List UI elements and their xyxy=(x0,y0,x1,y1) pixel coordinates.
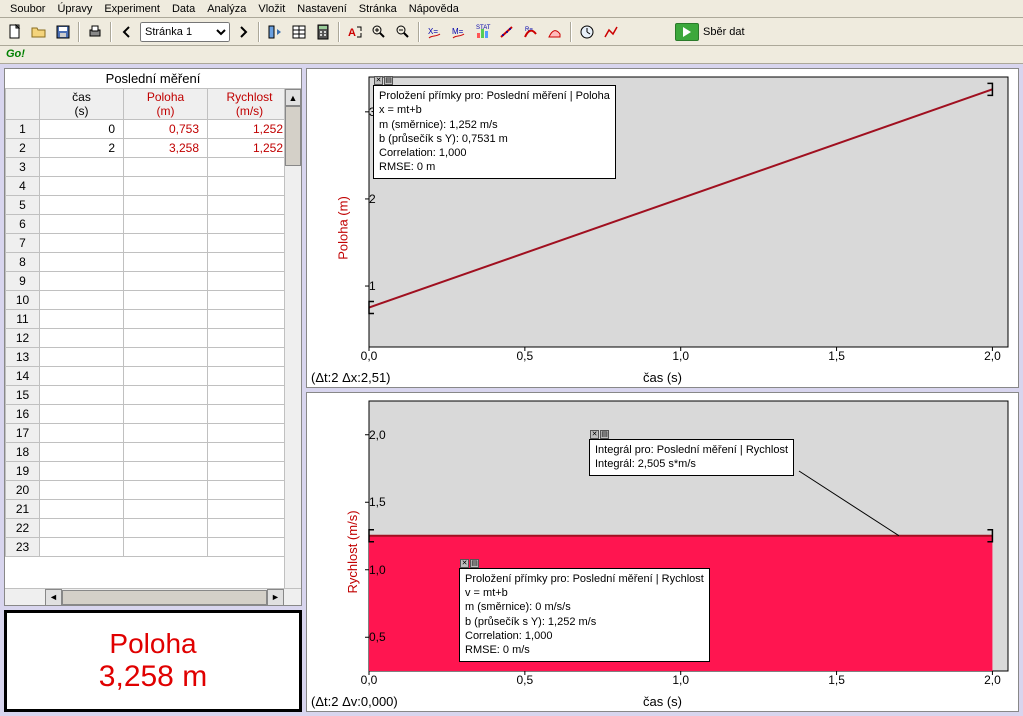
table-row[interactable]: 23 xyxy=(6,538,301,557)
velocity-chart[interactable]: Rychlost (m/s)čas (s)(Δt:2 Δv:0,000)0,51… xyxy=(306,392,1019,712)
table-row[interactable]: 3 xyxy=(6,158,301,177)
zoom-in-icon[interactable] xyxy=(368,21,390,43)
fit-info-box[interactable]: ✕▤ Proložení přímky pro: Poslední měření… xyxy=(373,85,616,179)
toolbar: Stránka 1 A X= M= STAT R= Sběr dat xyxy=(0,18,1023,46)
collect-data-label: Sběr dat xyxy=(703,26,745,38)
display-label: Poloha xyxy=(109,628,196,660)
svg-text:STAT: STAT xyxy=(476,25,491,31)
open-file-icon[interactable] xyxy=(28,21,50,43)
curve-fit-icon[interactable]: R= xyxy=(520,21,542,43)
tangent-icon[interactable]: M= xyxy=(448,21,470,43)
table-row[interactable]: 21 xyxy=(6,500,301,519)
save-icon[interactable] xyxy=(52,21,74,43)
data-collection-icon[interactable] xyxy=(576,21,598,43)
vertical-scrollbar[interactable]: ▲ xyxy=(284,89,301,588)
svg-text:A: A xyxy=(348,27,356,39)
data-table[interactable]: čas(s) Poloha(m) Rychlost(m/s) ( 100,753… xyxy=(5,88,301,557)
prev-page-icon[interactable] xyxy=(116,21,138,43)
position-chart[interactable]: Poloha (m)čas (s)(Δt:2 Δx:2,51)1230,00,5… xyxy=(306,68,1019,388)
menu-napoveda[interactable]: Nápověda xyxy=(403,1,465,17)
graph-options-icon[interactable] xyxy=(600,21,622,43)
table-row[interactable]: 18 xyxy=(6,443,301,462)
table-row[interactable]: 19 xyxy=(6,462,301,481)
fit-info-box[interactable]: ✕▤ Proložení přímky pro: Poslední měření… xyxy=(459,568,710,662)
page-selector[interactable]: Stránka 1 xyxy=(140,22,230,42)
table-title: Poslední měření xyxy=(5,69,301,88)
table-row[interactable]: 15 xyxy=(6,386,301,405)
next-page-icon[interactable] xyxy=(232,21,254,43)
table-row[interactable]: 16 xyxy=(6,405,301,424)
status-bar: Go! xyxy=(0,46,1023,64)
table-row[interactable]: 10 xyxy=(6,291,301,310)
new-file-icon[interactable] xyxy=(4,21,26,43)
table-row[interactable]: 17 xyxy=(6,424,301,443)
menu-upravy[interactable]: Úpravy xyxy=(51,1,98,17)
menu-nastaveni[interactable]: Nastavení xyxy=(291,1,353,17)
menu-analyza[interactable]: Analýza xyxy=(201,1,252,17)
table-row[interactable]: 7 xyxy=(6,234,301,253)
menu-vlozit[interactable]: Vložit xyxy=(252,1,291,17)
table-row[interactable]: 14 xyxy=(6,367,301,386)
horizontal-scrollbar[interactable]: ◄ ► xyxy=(5,588,301,605)
table-icon[interactable] xyxy=(288,21,310,43)
data-table-panel: Poslední měření čas(s) Poloha(m) Rychlos… xyxy=(4,68,302,606)
table-row[interactable]: 8 xyxy=(6,253,301,272)
main-area: Poslední měření čas(s) Poloha(m) Rychlos… xyxy=(0,64,1023,716)
table-row[interactable]: 13 xyxy=(6,348,301,367)
autoscale-icon[interactable]: A xyxy=(344,21,366,43)
linear-fit-icon[interactable] xyxy=(496,21,518,43)
table-row[interactable]: 4 xyxy=(6,177,301,196)
zoom-out-icon[interactable] xyxy=(392,21,414,43)
table-row[interactable]: 12 xyxy=(6,329,301,348)
table-row[interactable]: 223,2581,252 xyxy=(6,139,301,158)
display-value: 3,258 m xyxy=(99,660,207,694)
table-row[interactable]: 100,7531,252 xyxy=(6,120,301,139)
integral-icon[interactable] xyxy=(544,21,566,43)
table-row[interactable]: 9 xyxy=(6,272,301,291)
go-indicator: Go! xyxy=(6,48,25,60)
table-row[interactable]: 11 xyxy=(6,310,301,329)
print-icon[interactable] xyxy=(84,21,106,43)
menu-experiment[interactable]: Experiment xyxy=(98,1,166,17)
calculator-icon[interactable] xyxy=(312,21,334,43)
svg-text:X=: X= xyxy=(428,27,438,36)
menu-data[interactable]: Data xyxy=(166,1,201,17)
data-browser-icon[interactable] xyxy=(264,21,286,43)
menu-stranka[interactable]: Stránka xyxy=(353,1,403,17)
stats-icon[interactable]: STAT xyxy=(472,21,494,43)
collect-data-button[interactable]: Sběr dat xyxy=(666,20,754,44)
value-display-panel: Poloha 3,258 m xyxy=(4,610,302,712)
menu-bar: Soubor Úpravy Experiment Data Analýza Vl… xyxy=(0,0,1023,18)
integral-info-box[interactable]: ✕▤ Integrál pro: Poslední měření | Rychl… xyxy=(589,439,794,476)
table-row[interactable]: 5 xyxy=(6,196,301,215)
play-icon xyxy=(675,23,699,41)
table-row[interactable]: 20 xyxy=(6,481,301,500)
table-row[interactable]: 6 xyxy=(6,215,301,234)
table-row[interactable]: 22 xyxy=(6,519,301,538)
svg-text:R=: R= xyxy=(525,27,533,33)
examine-icon[interactable]: X= xyxy=(424,21,446,43)
menu-soubor[interactable]: Soubor xyxy=(4,1,51,17)
